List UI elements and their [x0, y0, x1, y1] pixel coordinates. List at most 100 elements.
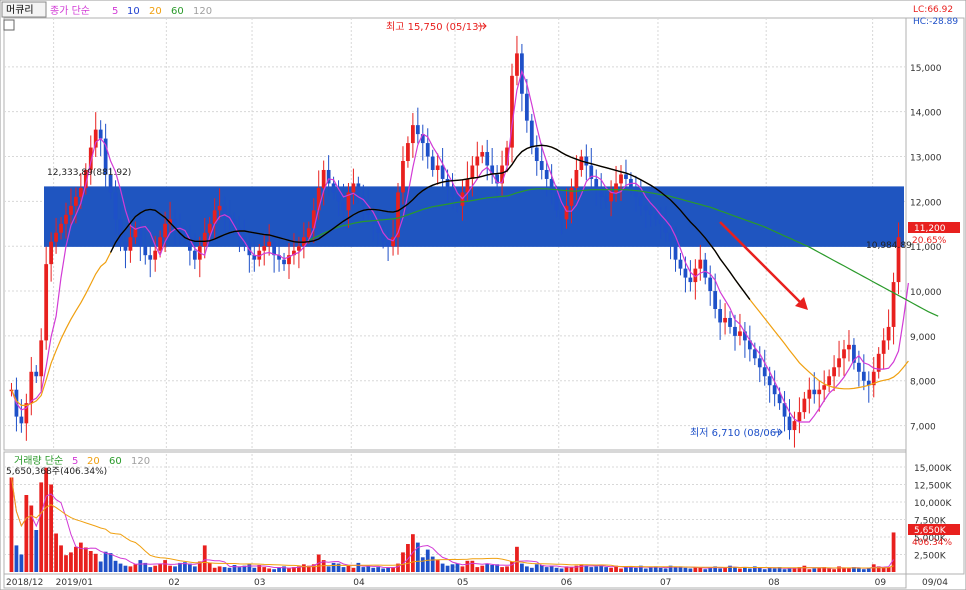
grid-toggle-icon[interactable] [3, 19, 15, 31]
candle-down [624, 174, 628, 179]
candle-up [574, 169, 579, 188]
volume-bar [817, 567, 822, 572]
candle-up [609, 192, 613, 202]
volume-bar [584, 565, 589, 572]
volume-tick-label: 12,500K [914, 482, 952, 492]
volume-bar [812, 568, 817, 572]
candle-down [663, 223, 668, 233]
candle-down [653, 214, 658, 220]
candle-down [554, 192, 559, 211]
volume-bar [465, 560, 470, 572]
volume-bar [856, 568, 861, 572]
candle-down [708, 277, 713, 292]
volume-bar [168, 565, 172, 572]
candle-down [713, 291, 718, 309]
volume-bar [718, 568, 723, 572]
volume-bar [505, 566, 509, 572]
volume-bar [455, 563, 460, 572]
volume-legend-label: 거래량 단순 [14, 455, 63, 467]
volume-bar [792, 568, 797, 572]
candle-up [807, 389, 812, 399]
volume-bar [44, 467, 49, 572]
candle-down [658, 219, 663, 224]
volume-bar [222, 567, 227, 572]
candle-down [812, 389, 817, 395]
volume-bar [202, 545, 207, 572]
volume-bar [83, 547, 88, 572]
volume-bar [663, 568, 668, 572]
volume-bar [520, 563, 524, 572]
lc-label: LC:66.92 [913, 5, 953, 15]
volume-bar [113, 560, 118, 572]
hc-label: HC:-28.89 [913, 17, 958, 27]
candle-down [683, 268, 688, 278]
candle-down [143, 246, 148, 256]
volume-bar [49, 484, 54, 572]
candle-down [703, 259, 708, 278]
candle-down [643, 205, 648, 211]
candle-down [148, 255, 153, 260]
volume-bar [743, 567, 747, 572]
volume-bar [232, 565, 237, 572]
volume-legend-period: 60 [109, 456, 122, 467]
volume-bar [430, 556, 435, 572]
candle-up [44, 264, 49, 341]
candle-down [272, 241, 277, 256]
volume-bar [64, 555, 68, 572]
volume-bar [559, 568, 564, 572]
volume-bar [510, 561, 514, 572]
volume-bar [485, 563, 490, 572]
volume-bar [554, 567, 559, 572]
volume-bar [738, 568, 742, 572]
volume-bar [173, 566, 177, 572]
volume-bar [287, 568, 291, 572]
candle-up [817, 389, 822, 395]
candle-down [529, 120, 534, 148]
candle-down [772, 385, 777, 395]
candle-up [435, 165, 440, 170]
price-tick-label: 15,000 [910, 64, 942, 74]
price-legend-period: 5 [112, 6, 118, 17]
volume-bar [633, 567, 638, 572]
volume-bar [366, 566, 371, 572]
volume-bar [247, 564, 252, 572]
volume-bar [619, 568, 623, 572]
volume-bar [772, 568, 777, 572]
volume-bar [267, 568, 272, 572]
candle-down [336, 192, 341, 202]
candle-up [49, 241, 54, 265]
candle-down [430, 156, 435, 170]
last-volume-change: 406.34% [912, 538, 952, 548]
candle-up [202, 232, 207, 247]
candle-up [738, 331, 742, 336]
candle-down [584, 156, 589, 166]
candle-down [787, 416, 792, 431]
volume-bar [579, 564, 584, 572]
period-button-label[interactable]: 머큐리 [6, 4, 34, 16]
candle-up [78, 187, 83, 197]
volume-legend-period: 120 [131, 456, 150, 467]
last-price-value: 11,200 [914, 224, 946, 234]
volume-bar [148, 567, 153, 572]
candle-up [59, 223, 63, 233]
candle-up [207, 223, 212, 233]
volume-bar [837, 566, 841, 572]
candle-down [222, 205, 227, 215]
volume-bar [301, 564, 306, 572]
candle-up [480, 152, 485, 157]
candle-up [891, 282, 896, 327]
volume-bar [643, 568, 648, 572]
candle-down [19, 416, 24, 424]
volume-bar [648, 567, 653, 572]
candle-up [792, 421, 797, 431]
volume-bar [609, 567, 613, 572]
candle-down [539, 161, 544, 170]
candle-down [638, 196, 643, 206]
volume-bar [163, 560, 167, 572]
volume-bar [371, 567, 376, 572]
candle-up [470, 165, 475, 179]
price-legend-period: 120 [193, 6, 212, 17]
volume-bar [480, 565, 485, 572]
volume-bar [93, 553, 98, 572]
volume-bar [14, 545, 19, 572]
